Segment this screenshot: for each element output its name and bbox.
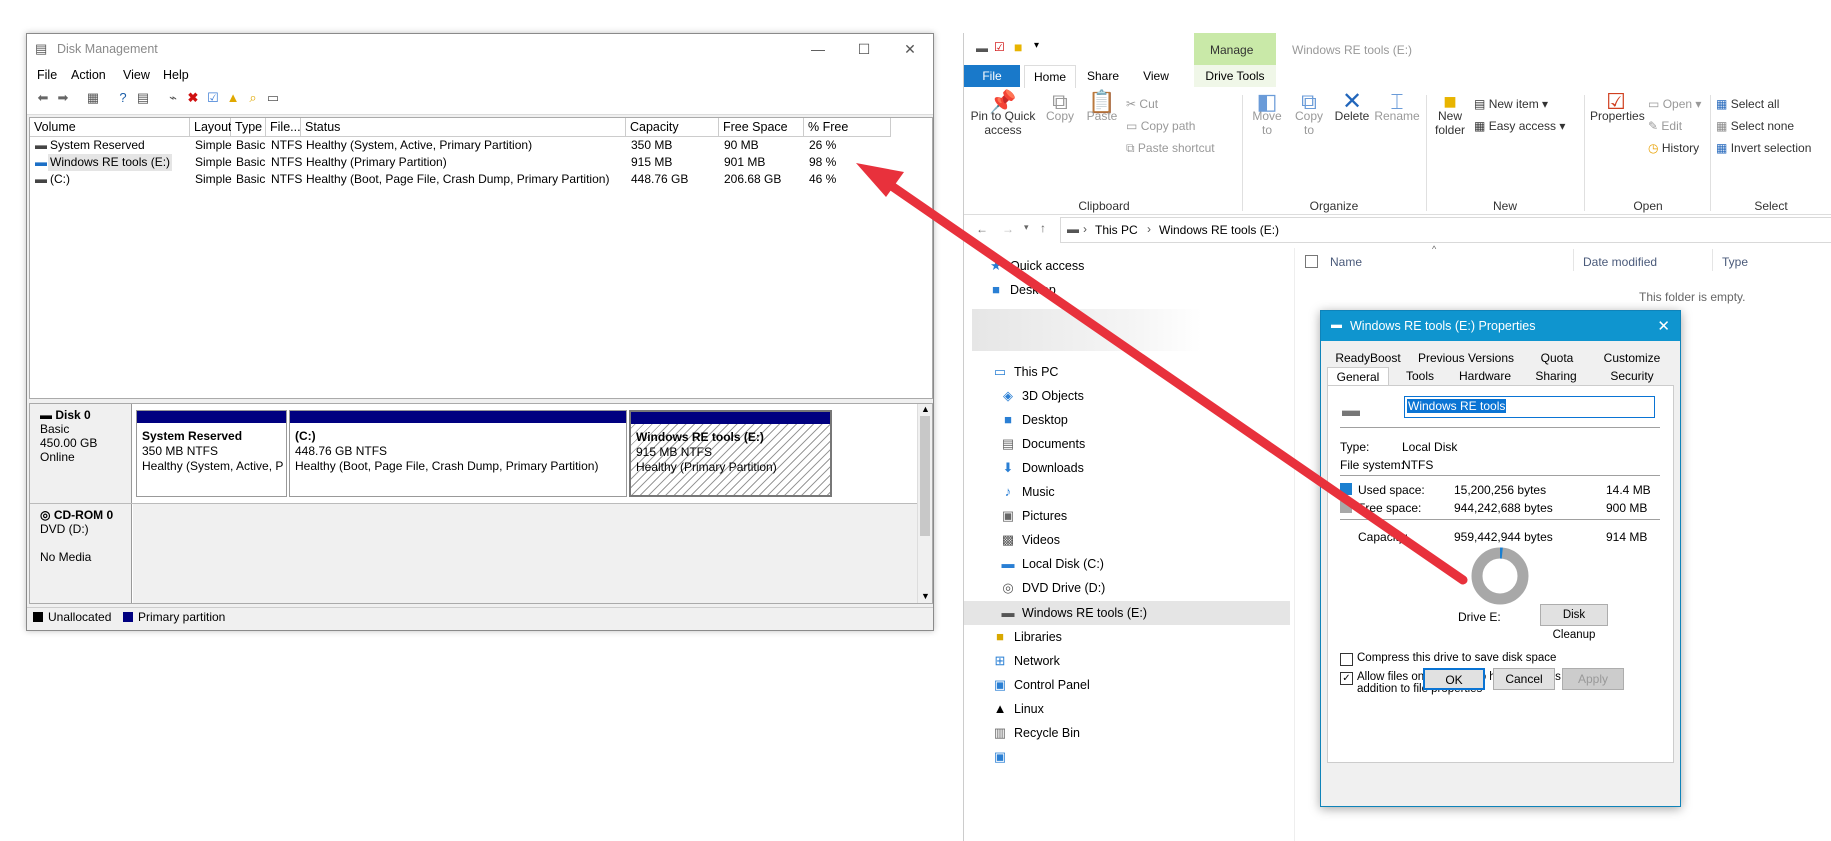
annotation-arrow bbox=[856, 163, 1468, 585]
arrow-shaft bbox=[875, 173, 1468, 585]
